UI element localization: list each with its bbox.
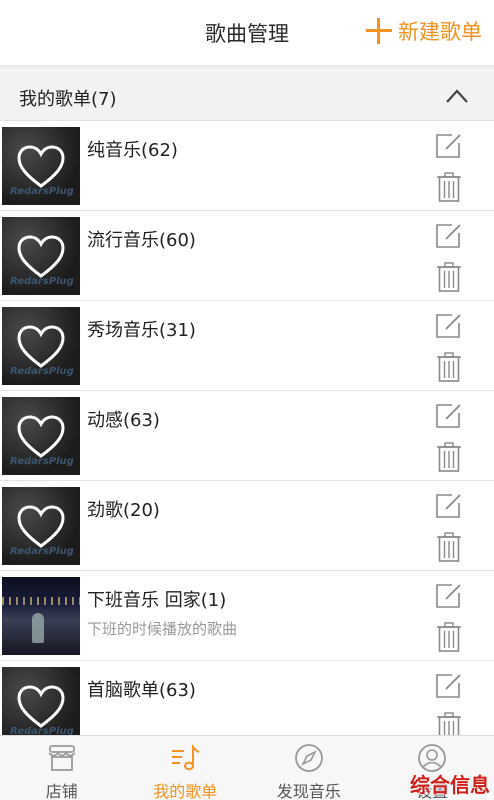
- playlist-cover: RedarsPlug: [2, 127, 80, 205]
- playlist-cover: [2, 577, 80, 655]
- playlist-row[interactable]: RedarsPlug 纯音乐(62): [0, 121, 494, 211]
- playlist-cover: RedarsPlug: [2, 667, 80, 745]
- compass-icon: [294, 744, 323, 772]
- trash-icon[interactable]: [436, 532, 462, 562]
- tab-label: 店铺: [45, 782, 78, 800]
- edit-icon[interactable]: [435, 493, 462, 519]
- playlist-row[interactable]: RedarsPlug 秀场音乐(31): [0, 301, 494, 391]
- playlist-name: 首脑歌单(63): [87, 680, 196, 701]
- tab-label: 发现音乐: [276, 782, 341, 800]
- my-playlists-section-header[interactable]: 我的歌单(7): [0, 72, 494, 121]
- edit-icon[interactable]: [435, 313, 462, 339]
- playlist-name: 动感(63): [87, 410, 160, 431]
- playlist-row[interactable]: RedarsPlug 劲歌(20): [0, 481, 494, 571]
- trash-icon[interactable]: [436, 442, 462, 472]
- trash-icon[interactable]: [436, 352, 462, 382]
- store-icon: [48, 745, 76, 771]
- heart-icon: [17, 235, 65, 278]
- playlist-cover: RedarsPlug: [2, 217, 80, 295]
- edit-icon[interactable]: [435, 583, 462, 609]
- trash-icon[interactable]: [436, 262, 462, 292]
- edit-icon[interactable]: [435, 133, 462, 159]
- playlist-name: 下班音乐 回家(1): [87, 590, 227, 611]
- playlist-list: RedarsPlug 纯音乐(62) RedarsPlug 流行音乐(60) Redar…: [0, 121, 494, 751]
- heart-icon: [17, 325, 65, 368]
- playlist-name: 纯音乐(62): [87, 140, 178, 161]
- playlist-name: 劲歌(20): [87, 500, 160, 521]
- music-playlist-icon: [172, 744, 200, 771]
- playlist-name: 流行音乐(60): [87, 230, 196, 251]
- edit-icon[interactable]: [435, 673, 462, 699]
- playlist-row[interactable]: 下班音乐 回家(1) 下班的时候播放的歌曲: [0, 571, 494, 661]
- new-playlist-button[interactable]: 新建歌单: [366, 16, 482, 46]
- trash-icon[interactable]: [436, 172, 462, 202]
- top-bar: 歌曲管理 新建歌单: [0, 0, 494, 66]
- plus-icon: [366, 18, 392, 44]
- edit-icon[interactable]: [435, 223, 462, 249]
- playlist-name: 秀场音乐(31): [87, 320, 196, 341]
- tab-music-playlist[interactable]: 我的歌单: [124, 736, 248, 800]
- city-lights: [2, 597, 80, 605]
- trash-icon[interactable]: [436, 622, 462, 652]
- playlist-cover: RedarsPlug: [2, 487, 80, 565]
- tab-compass[interactable]: 发现音乐: [247, 736, 371, 800]
- person-figure: [32, 613, 44, 643]
- edit-icon[interactable]: [435, 403, 462, 429]
- heart-icon: [17, 415, 65, 458]
- chevron-up-icon[interactable]: [446, 86, 468, 108]
- playlist-description: 下班的时候播放的歌曲: [87, 620, 238, 638]
- heart-icon: [17, 685, 65, 728]
- tab-store[interactable]: 店铺: [0, 736, 124, 800]
- new-playlist-label: 新建歌单: [398, 20, 482, 44]
- playlist-cover: RedarsPlug: [2, 397, 80, 475]
- section-label: 我的歌单(7): [19, 89, 117, 110]
- playlist-row[interactable]: RedarsPlug 动感(63): [0, 391, 494, 481]
- site-watermark: 综合信息: [410, 773, 490, 797]
- tab-label: 我的歌单: [153, 782, 218, 800]
- playlist-cover: RedarsPlug: [2, 307, 80, 385]
- heart-icon: [17, 145, 65, 188]
- heart-icon: [17, 505, 65, 548]
- playlist-row[interactable]: RedarsPlug 流行音乐(60): [0, 211, 494, 301]
